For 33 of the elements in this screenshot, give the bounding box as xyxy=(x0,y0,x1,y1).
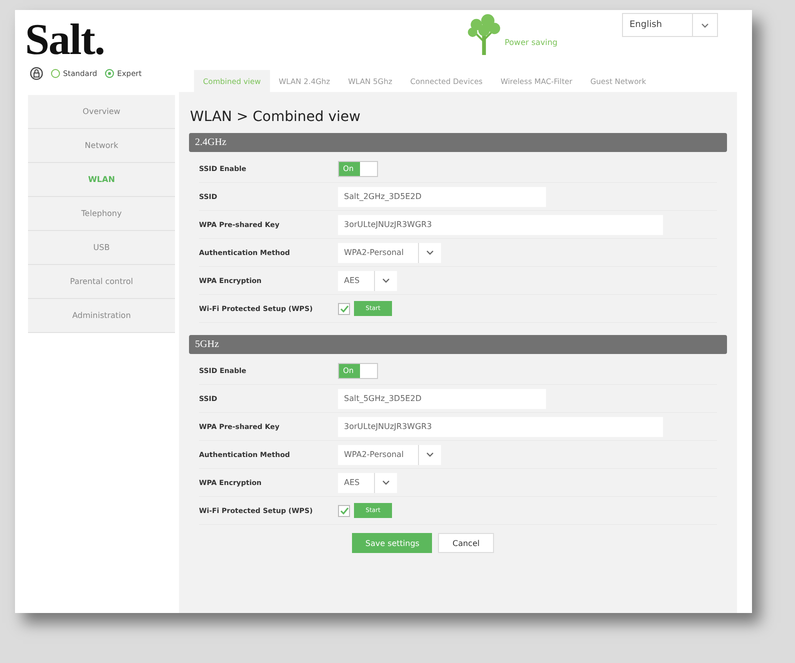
chevron-down-icon xyxy=(382,480,390,485)
radio-button[interactable] xyxy=(105,68,114,78)
dropdown[interactable]: AES xyxy=(338,270,397,290)
section-header: 2.4GHz xyxy=(189,133,727,152)
dropdown[interactable]: WPA2-Personal xyxy=(338,242,441,262)
sidebar-item[interactable]: Telephony xyxy=(28,197,175,231)
cancel-button[interactable]: Cancel xyxy=(438,533,494,553)
chevron-down-icon xyxy=(426,250,434,255)
chevron-down-icon xyxy=(701,22,709,28)
input-field[interactable]: Salt_2GHz_3D5E2D xyxy=(338,186,546,206)
checkbox[interactable] xyxy=(338,504,350,516)
save-button[interactable]: Save settings xyxy=(352,533,432,553)
chevron-down-icon xyxy=(426,452,434,457)
sidebar-item[interactable]: Administration xyxy=(28,299,175,333)
dropdown[interactable]: AES xyxy=(338,472,397,492)
sidebar-item[interactable]: Parental control xyxy=(28,265,175,299)
page-title: WLAN > Combined view xyxy=(190,109,362,125)
checkbox[interactable] xyxy=(338,302,350,314)
sidebar-item[interactable]: Overview xyxy=(28,95,175,129)
sidebar-item[interactable]: WLAN xyxy=(28,163,175,197)
lock-icon[interactable] xyxy=(30,66,43,80)
radio-button[interactable] xyxy=(51,68,60,78)
input-field[interactable]: Salt_5GHz_3D5E2D xyxy=(338,388,546,408)
input-field[interactable]: 3orULteJNUzJR3WGR3 xyxy=(338,416,663,436)
sidebar-item[interactable]: USB xyxy=(28,231,175,265)
dropdown[interactable]: WPA2-Personal xyxy=(338,444,441,464)
input-field[interactable]: 3orULteJNUzJR3WGR3 xyxy=(338,214,663,234)
sidebar-item[interactable]: Network xyxy=(28,129,175,163)
salt-logo: Salt. xyxy=(25,18,104,62)
section-header: 5GHz xyxy=(189,335,727,354)
chevron-down-icon xyxy=(382,278,390,283)
power-saving-label: Power saving xyxy=(504,38,558,47)
language-select[interactable]: English xyxy=(622,13,718,37)
